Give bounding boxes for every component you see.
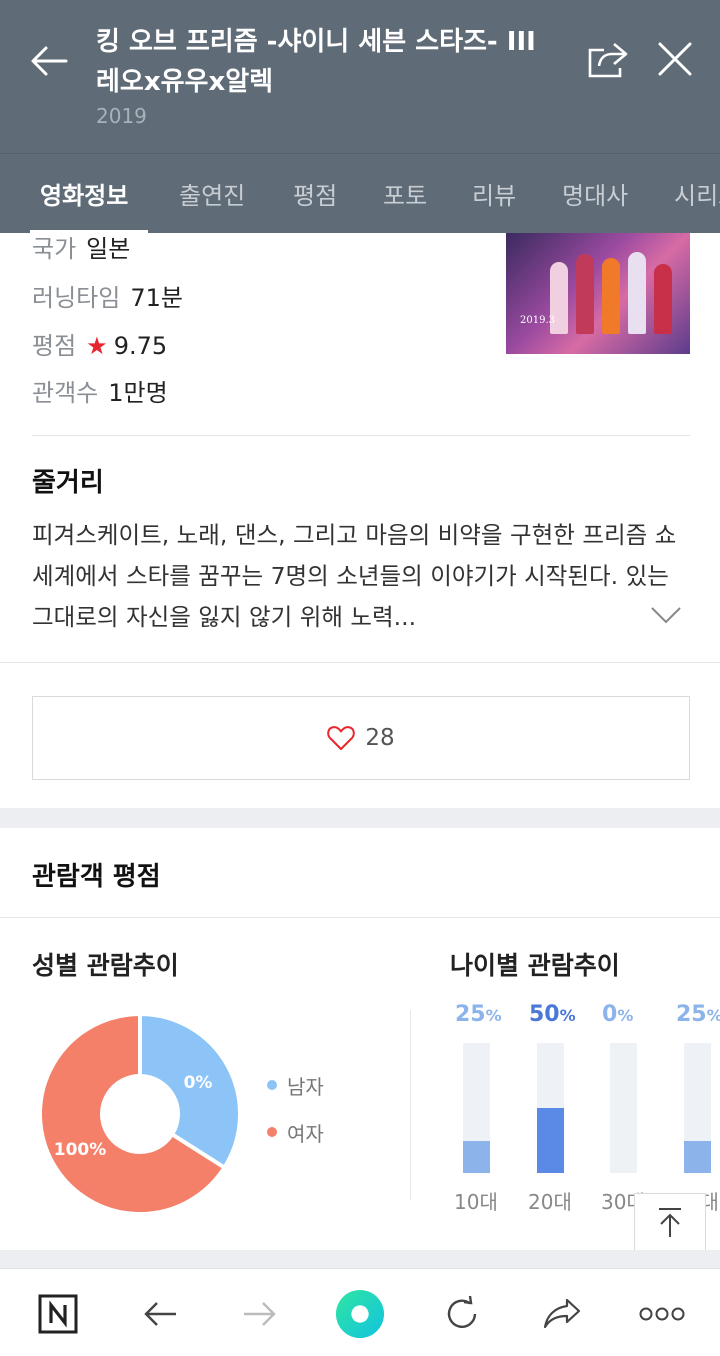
poster-text: 2019.3: [520, 315, 555, 326]
age-chart-title: 나이별 관람추이: [450, 951, 620, 980]
legend-label-male: 남자: [287, 1075, 324, 1099]
like-button[interactable]: 28: [32, 696, 690, 780]
divider: [32, 435, 690, 436]
divider: [0, 917, 720, 918]
star-icon: ★: [86, 332, 108, 360]
age-bar: [684, 1140, 711, 1173]
more-icon[interactable]: [637, 1289, 687, 1339]
tab-bar: 영화정보 출연진 평점 포토 리뷰 명대사 시리즈: [0, 153, 720, 233]
age-bar-percent: 50%: [529, 1002, 576, 1027]
age-bar: [463, 1140, 490, 1173]
legend-label-female: 여자: [287, 1122, 324, 1146]
browser-toolbar: [0, 1268, 720, 1356]
synopsis-title: 줄거리: [32, 468, 104, 498]
country-value: 일본: [86, 235, 131, 263]
tab-review[interactable]: 리뷰: [472, 176, 516, 211]
tab-rating[interactable]: 평점: [293, 176, 337, 211]
legend-dot-female: [267, 1127, 277, 1137]
app-header: 킹 오브 프리즘 -샤이니 세븐 스타즈- III 레오x유우x알렉 2019: [0, 0, 720, 153]
age-bar-percent: 0%: [602, 1002, 634, 1027]
share-icon[interactable]: [537, 1289, 587, 1339]
tab-series[interactable]: 시리즈: [674, 176, 720, 211]
age-bar-label: 20대: [528, 1190, 572, 1214]
back-icon[interactable]: [26, 38, 72, 84]
country-label: 국가: [32, 235, 77, 263]
poster-figure: [628, 252, 646, 334]
age-bar-percent: 25%: [676, 1002, 720, 1027]
tab-cast[interactable]: 출연진: [179, 176, 245, 211]
gender-pie-chart: 0% 100%: [38, 1012, 242, 1216]
age-bar-percent: 25%: [455, 1002, 502, 1027]
audience-value: 1만명: [108, 379, 168, 407]
poster-figure: [602, 258, 620, 334]
audience-rating-title: 관람객 평점: [32, 862, 161, 892]
age-bar-track: [684, 1043, 711, 1173]
legend-dot-male: [267, 1080, 277, 1090]
chart-separator: [410, 1010, 411, 1200]
age-bar-track: [537, 1043, 564, 1173]
runtime-value: 71분: [130, 284, 183, 312]
age-bar: [537, 1108, 564, 1173]
age-bar-label: 10대: [454, 1190, 498, 1214]
rating-row: 평점 ★ 9.75: [32, 326, 167, 361]
close-icon[interactable]: [652, 36, 698, 82]
tab-quotes[interactable]: 명대사: [562, 176, 628, 211]
chevron-down-icon[interactable]: [646, 600, 686, 630]
section-separator: [0, 1250, 720, 1270]
rating-value: 9.75: [113, 332, 168, 360]
browser-back-icon[interactable]: [135, 1289, 185, 1339]
rating-label: 평점: [32, 332, 77, 360]
movie-year: 2019: [96, 104, 147, 128]
like-count: 28: [365, 725, 395, 751]
heart-icon: [327, 726, 356, 750]
runtime-row: 러닝타임 71분: [32, 278, 183, 313]
age-bar-track: [463, 1043, 490, 1173]
country-row: 국가 일본: [32, 229, 130, 264]
tab-photo[interactable]: 포토: [383, 176, 427, 211]
green-dot-icon[interactable]: [335, 1289, 385, 1339]
age-bar-track: [610, 1043, 637, 1173]
poster-figure: [576, 254, 594, 334]
tab-movie-info[interactable]: 영화정보: [40, 176, 128, 211]
pie-label-female: 100%: [54, 1140, 107, 1160]
arrow-up-icon: [659, 1208, 681, 1237]
movie-poster[interactable]: 2019.3: [506, 233, 690, 354]
divider: [0, 662, 720, 663]
runtime-label: 러닝타임: [32, 284, 121, 312]
movie-title: 킹 오브 프리즘 -샤이니 세븐 스타즈- III 레오x유우x알렉: [96, 27, 536, 97]
synopsis-body: 피겨스케이트, 노래, 댄스, 그리고 마음의 비약을 구현한 프리즘 쇼 세계…: [32, 521, 677, 631]
scroll-top-button[interactable]: [634, 1193, 706, 1251]
naver-home-icon[interactable]: [33, 1289, 83, 1339]
pie-label-male: 0%: [184, 1073, 213, 1093]
share-icon[interactable]: [584, 36, 630, 82]
audience-label: 관객수: [32, 379, 99, 407]
refresh-icon[interactable]: [437, 1289, 487, 1339]
gender-chart-title: 성별 관람추이: [32, 951, 179, 980]
poster-figure: [654, 264, 672, 334]
section-separator: [0, 808, 720, 828]
audience-row: 관객수 1만명: [32, 373, 168, 408]
browser-forward-icon[interactable]: [235, 1289, 285, 1339]
